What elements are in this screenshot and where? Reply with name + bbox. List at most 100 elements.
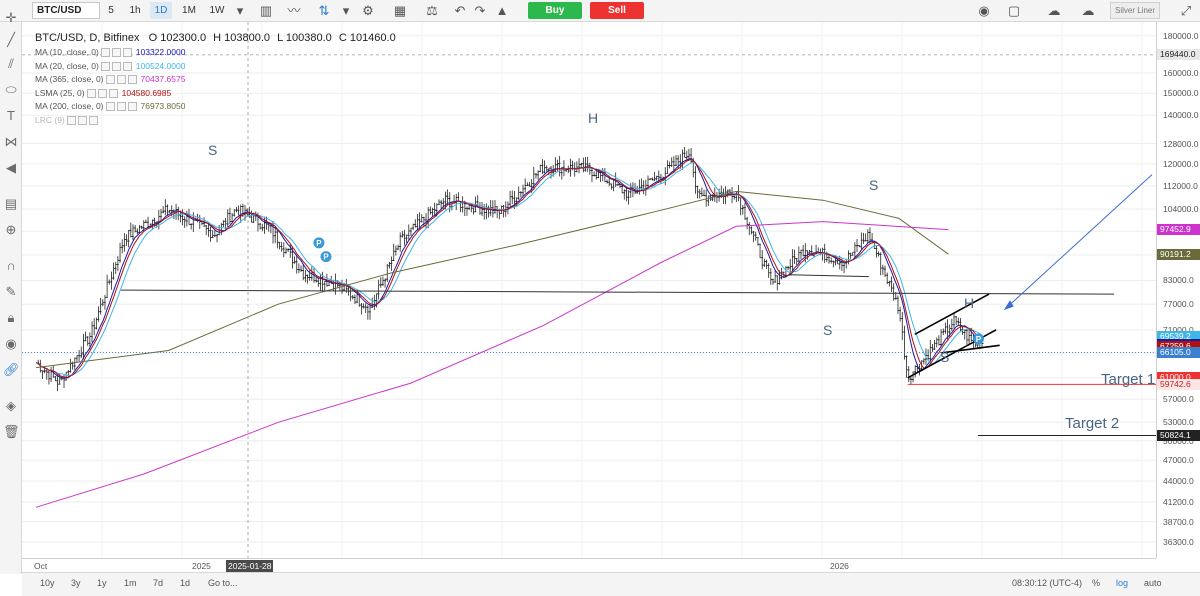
indicator-visibility-icon[interactable] [111,48,121,58]
indicator-remove-icon[interactable] [127,75,137,85]
price-tick: 83000.0 [1163,275,1194,286]
undo-icon[interactable]: ↶ [452,3,468,19]
price-axis[interactable]: 180000.0 160000.0 150000.0 140000.0 128000.0… [1156,22,1200,558]
symbol-search-input[interactable]: BTC/USD [32,2,100,19]
indicator-remove-icon[interactable] [108,88,118,98]
alert-icon[interactable]: ▲ [494,3,510,19]
range-1d[interactable]: 1d [180,578,190,588]
pattern-annotation: S [940,349,949,365]
neckline [120,289,1115,295]
sell-button[interactable]: Sell [590,2,644,19]
text-icon[interactable]: T [3,108,19,124]
percent-toggle[interactable]: % [1092,578,1100,588]
legend-indicator-row[interactable]: LSMA (25, 0) 104580.6985 [35,88,171,98]
legend-indicator-row[interactable]: MA (365, close, 0) 70437.6575 [35,74,185,85]
settings-gear-icon[interactable]: ⚙ [360,3,376,19]
timeframe-1h[interactable]: 1h [126,2,144,19]
legend-indicator-row[interactable]: MA (20, close, 0) 100524.0000 [35,61,185,71]
position-marker-label: P [316,239,322,248]
indicator-settings-icon[interactable] [100,61,110,71]
legend-indicator-row[interactable]: MA (200, close, 0) 76973.8050 [35,101,185,112]
legend-indicator-row[interactable]: LRC (9) [35,115,98,125]
fullscreen-icon[interactable]: ⤢ [1178,3,1194,19]
indicator-visibility-icon[interactable] [97,88,107,98]
crosshair-icon[interactable]: ✛ [3,10,19,26]
eye-icon[interactable]: ◉ [3,336,19,352]
theme-select[interactable]: Silver Liner [1110,2,1160,19]
indicator-visibility-icon[interactable] [116,75,126,85]
layers-icon[interactable]: ◈ [3,398,19,414]
indicator-remove-icon[interactable] [122,61,132,71]
measure-icon[interactable]: ▤ [3,196,19,212]
trash-icon[interactable]: 🗑︎ [3,424,20,440]
indicator-settings-icon[interactable] [66,115,76,125]
lock-icon[interactable]: 🔒︎ [3,310,19,326]
price-tick: 36300.0 [1163,536,1194,547]
clock-label: 08:30:12 (UTC-4) [1012,578,1083,588]
chevron-down-icon[interactable]: ▾ [232,3,248,19]
goto-button[interactable]: Go to... [208,578,238,588]
zoom-icon[interactable]: ⊕ [3,222,19,238]
ma365-line [35,221,949,508]
time-axis[interactable]: Oct 2025 2025-01-28 2026 [22,558,1156,572]
chart-pane[interactable]: P P P S H S S H S Target 1 Target 2 BTC/USD, D, Bi… [22,22,1156,558]
indicator-settings-icon[interactable] [105,102,115,112]
time-tick-oct: Oct [34,561,48,571]
line-chart-icon[interactable]: 〰 [286,3,302,19]
range-10y[interactable]: 10y [40,578,55,588]
price-label: 59742.6 [1157,378,1200,390]
indicators-icon[interactable]: ▦ [392,3,408,19]
chevron-down-icon[interactable]: ▾ [338,3,354,19]
link-icon[interactable]: 🔗︎ [3,362,20,378]
price-tick: 160000.0 [1163,67,1199,78]
auto-toggle[interactable]: auto [1144,578,1162,588]
pattern-icon[interactable]: ⋈ [3,134,19,150]
indicator-visibility-icon[interactable] [77,115,87,125]
cloud-save-icon[interactable]: ☁ [1046,3,1062,19]
fib-icon[interactable]: ⫽ [3,56,19,72]
timeframe-1m[interactable]: 1M [178,2,200,19]
indicator-name: LRC (9) [35,114,65,125]
price-label: 169440.0 [1157,49,1200,61]
indicator-remove-icon[interactable] [127,102,137,112]
balance-scale-icon[interactable]: ⚖ [424,3,440,19]
symbol-title: BTC/USD, D, Bitfinex [35,32,140,44]
indicator-settings-icon[interactable] [105,75,115,85]
timeframe-1d[interactable]: 1D [150,2,172,19]
lock-drawing-icon[interactable]: ✎ [3,284,19,300]
indicator-visibility-icon[interactable] [111,61,121,71]
indicator-visibility-icon[interactable] [116,102,126,112]
range-1y[interactable]: 1y [97,578,107,588]
drawing-toolbar: ✛ ╱ ⫽ ⬭ T ⋈ ◀ ▤ ⊕ ∩ ✎ 🔒︎ ◉ 🔗︎ ◈ 🗑︎ [0,10,22,574]
indicator-settings-icon[interactable] [100,48,110,58]
buy-button[interactable]: Buy [528,2,582,19]
range-1m[interactable]: 1m [124,578,137,588]
cloud-load-icon[interactable]: ☁ [1080,3,1096,19]
camera-icon[interactable]: ◉ [976,3,992,19]
compare-icon[interactable]: ⇅ [316,3,332,19]
legend-indicator-row[interactable]: MA (10, close, 0) 103322.0000 [35,47,185,58]
redo-icon[interactable]: ↷ [472,3,488,19]
color-picker-icon[interactable]: ▢ [1006,3,1022,19]
indicator-remove-icon[interactable] [88,115,98,125]
indicator-name: LSMA (25, 0) [35,87,85,98]
range-7d[interactable]: 7d [153,578,163,588]
indicator-name: MA (20, close, 0) [35,60,99,71]
price-chart[interactable]: PPPSHSSHSTarget 1Target 2 [22,22,1156,558]
arrow-left-icon[interactable]: ◀ [3,160,19,176]
indicator-name: MA (200, close, 0) [35,101,104,111]
range-3y[interactable]: 3y [71,578,81,588]
price-tick: 150000.0 [1163,88,1199,99]
timeframe-5[interactable]: 5 [104,2,118,19]
timeframe-1w[interactable]: 1W [205,2,229,19]
log-toggle[interactable]: log [1116,578,1128,588]
crosshair-date-label: 2025-01-28 [226,560,274,572]
indicator-remove-icon[interactable] [122,48,132,58]
trendline-icon[interactable]: ╱ [3,32,19,48]
indicator-settings-icon[interactable] [86,88,96,98]
magnet-icon[interactable]: ∩ [3,258,19,274]
ellipse-icon[interactable]: ⬭ [3,82,19,98]
indicator-name: MA (10, close, 0) [35,47,99,57]
pattern-annotation: S [823,322,832,338]
candle-style-icon[interactable]: ▥ [258,3,274,19]
